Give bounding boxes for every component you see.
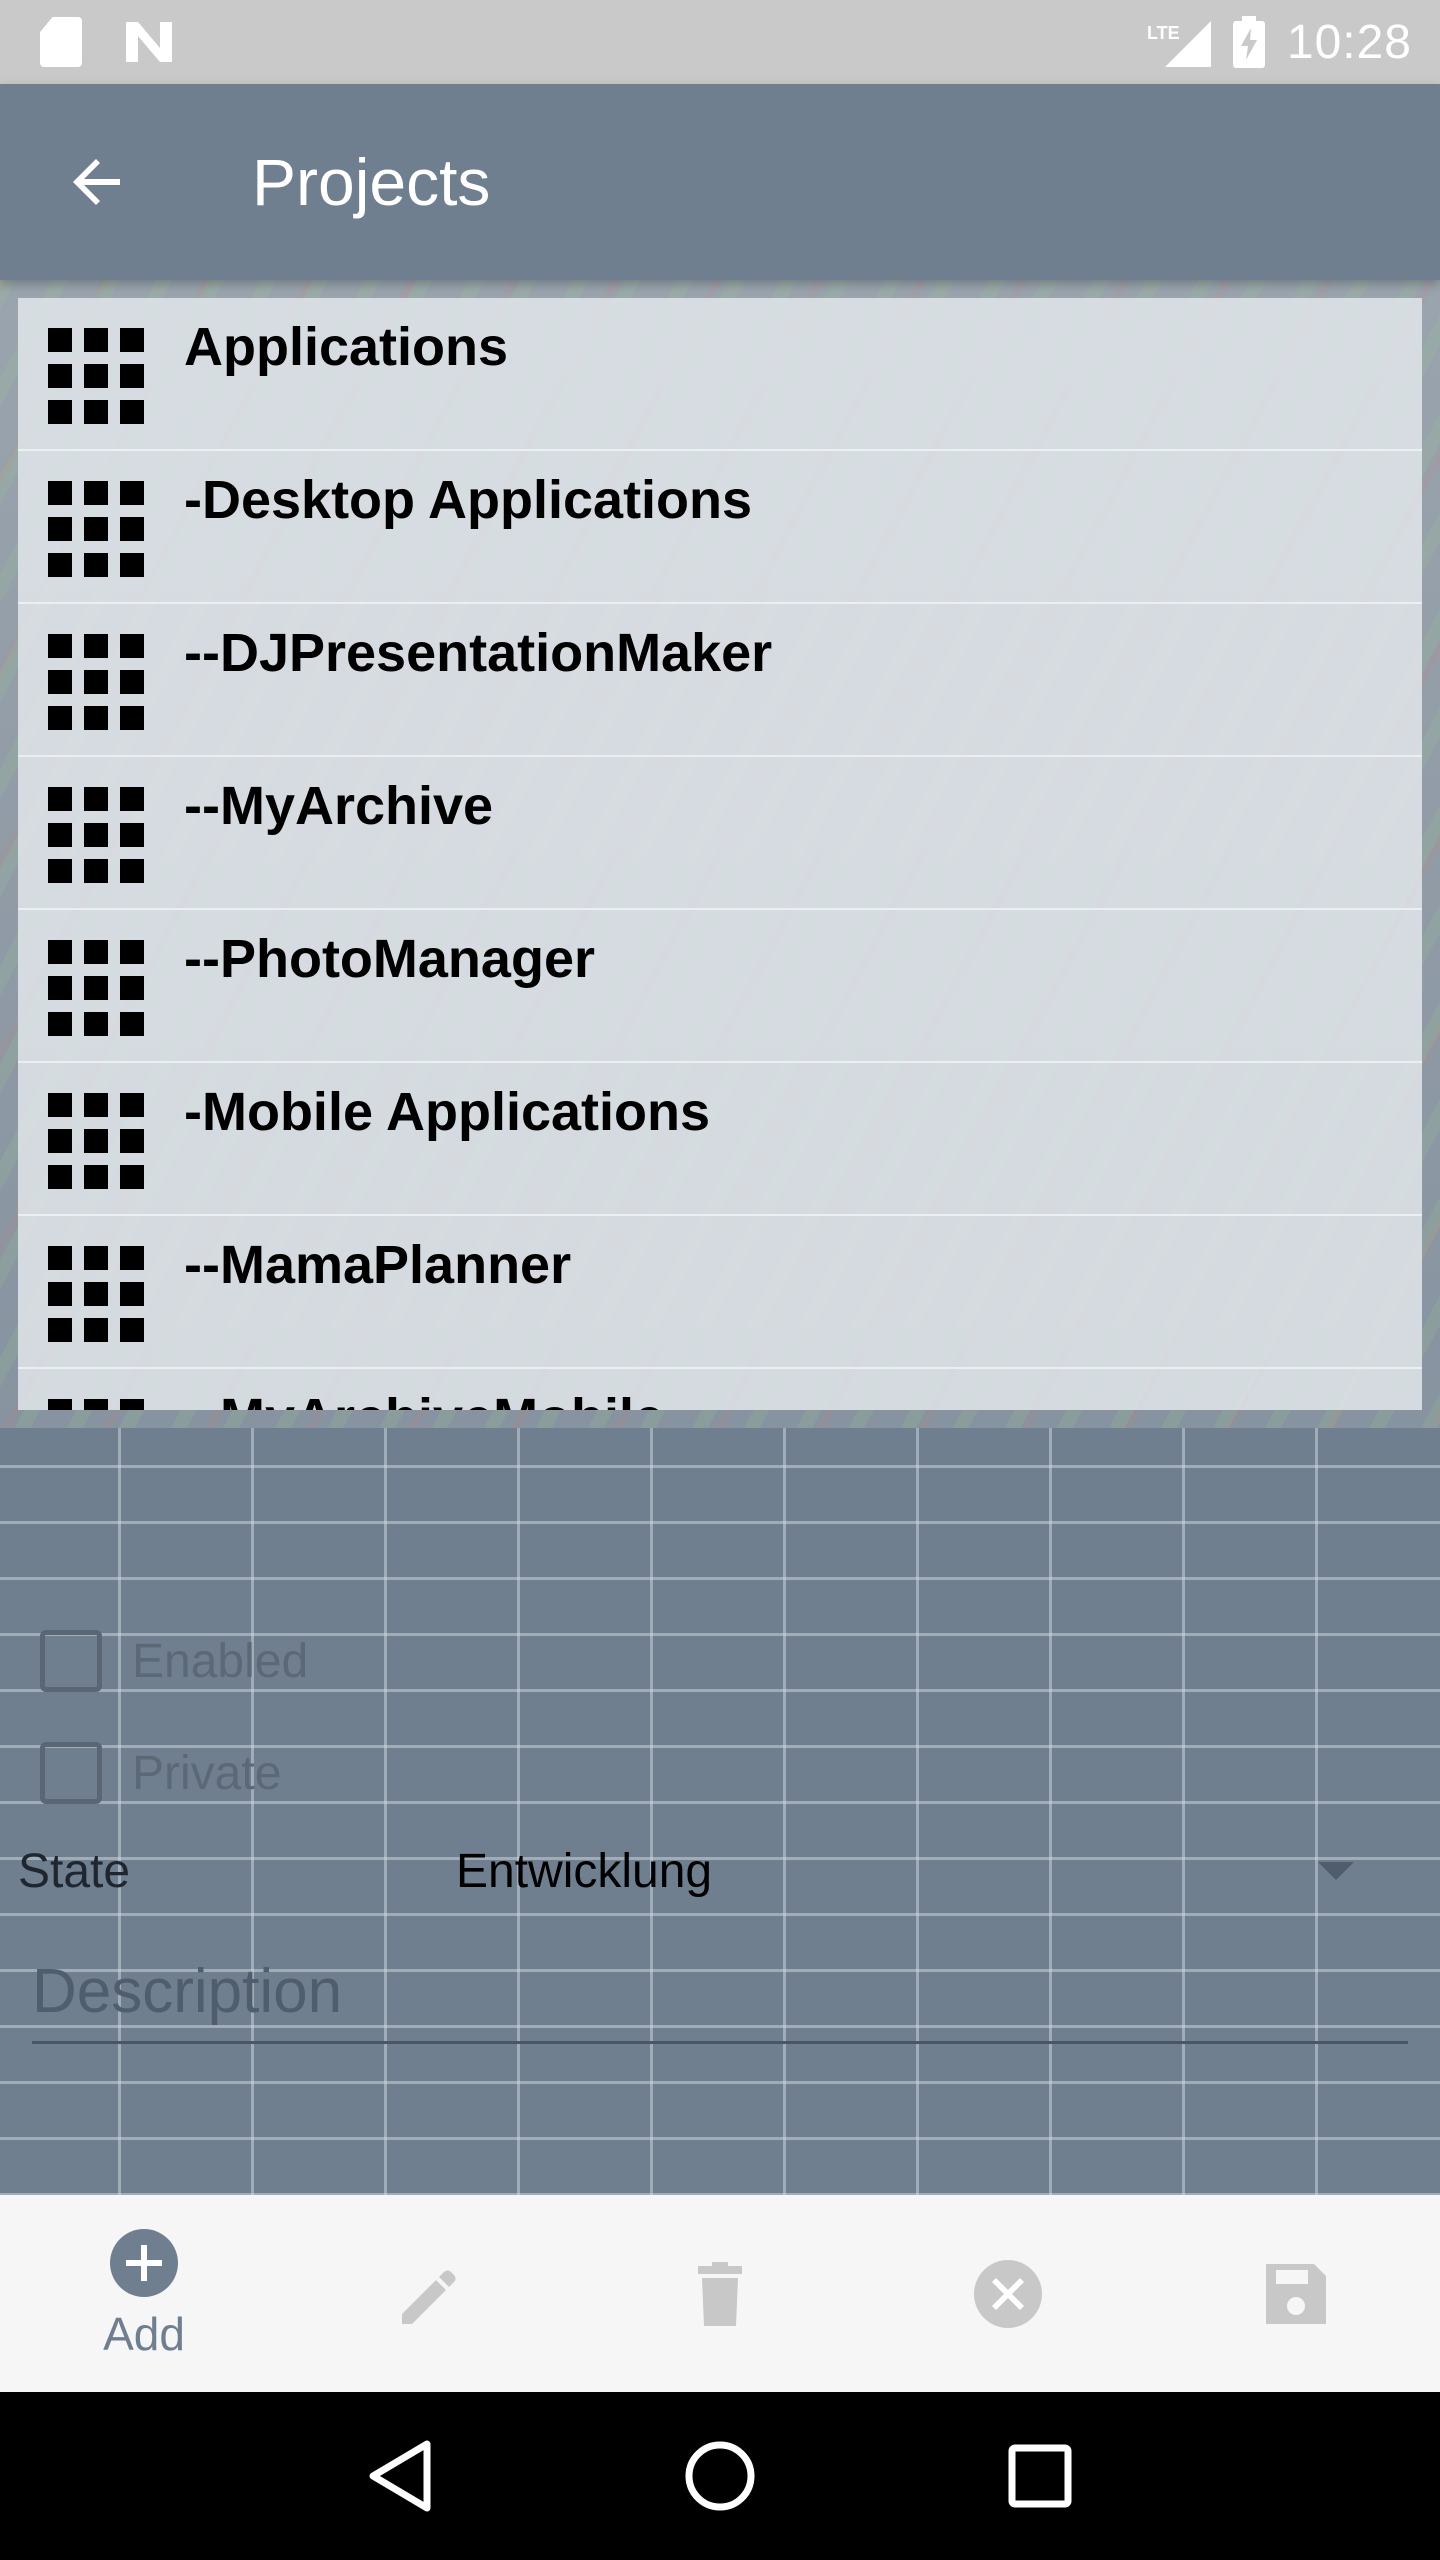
private-checkbox-row[interactable]: Private bbox=[40, 1742, 281, 1804]
list-item[interactable]: --DJPresentationMaker bbox=[18, 604, 1422, 757]
grid-icon bbox=[48, 328, 144, 424]
state-value: Entwicklung bbox=[456, 1844, 713, 1898]
list-item[interactable]: --MyArchive bbox=[18, 757, 1422, 910]
enabled-label: Enabled bbox=[132, 1634, 309, 1688]
back-button[interactable] bbox=[42, 126, 154, 238]
grid-icon bbox=[48, 940, 144, 1036]
bottom-toolbar: Add bbox=[0, 2195, 1440, 2392]
list-item[interactable]: --MyArchiveMobile bbox=[18, 1369, 1422, 1410]
list-item-label: -Desktop Applications bbox=[184, 470, 753, 530]
arrow-back-icon bbox=[73, 159, 120, 205]
page-title: Projects bbox=[252, 145, 491, 219]
app-bar: Projects bbox=[0, 84, 1440, 280]
grid-icon bbox=[48, 1093, 144, 1189]
save-button[interactable] bbox=[1152, 2195, 1440, 2392]
private-checkbox[interactable] bbox=[40, 1742, 102, 1804]
dropdown-arrow-icon bbox=[1318, 1862, 1354, 1880]
list-item-label: --DJPresentationMaker bbox=[184, 623, 773, 683]
grid-icon bbox=[48, 481, 144, 577]
list-item-label: Applications bbox=[184, 317, 509, 377]
nav-home-button[interactable] bbox=[665, 2421, 775, 2531]
nav-back-button[interactable] bbox=[345, 2421, 455, 2531]
delete-icon bbox=[698, 2261, 742, 2326]
list-item-label: --MamaPlanner bbox=[184, 1235, 572, 1295]
enabled-checkbox-row[interactable]: Enabled bbox=[40, 1630, 308, 1692]
list-item-label: --MyArchive bbox=[184, 776, 494, 836]
lte-signal-icon: LTE bbox=[1147, 17, 1211, 67]
description-field[interactable]: Description bbox=[32, 1934, 1408, 2044]
project-list[interactable]: Applications -Desktop Applications --DJP… bbox=[18, 298, 1422, 1410]
circle-home-icon bbox=[685, 2441, 755, 2511]
add-button[interactable]: Add bbox=[0, 2195, 288, 2392]
enabled-checkbox[interactable] bbox=[40, 1630, 102, 1692]
n-logo-icon bbox=[126, 22, 172, 62]
add-label: Add bbox=[103, 2307, 185, 2360]
nav-recents-button[interactable] bbox=[985, 2421, 1095, 2531]
sd-card-icon bbox=[40, 17, 82, 67]
list-item-label: --PhotoManager bbox=[184, 929, 595, 989]
edit-icon bbox=[402, 2270, 456, 2324]
network-label: LTE bbox=[1147, 23, 1180, 43]
project-form bbox=[0, 1428, 1440, 2195]
grid-icon bbox=[48, 1399, 144, 1410]
list-item-label: -Mobile Applications bbox=[184, 1082, 710, 1142]
private-label: Private bbox=[132, 1746, 282, 1800]
cancel-icon bbox=[974, 2259, 1042, 2328]
status-left bbox=[40, 17, 176, 67]
system-nav-bar bbox=[0, 2392, 1440, 2560]
list-item[interactable]: --PhotoManager bbox=[18, 910, 1422, 1063]
edit-button[interactable] bbox=[288, 2195, 576, 2392]
list-item[interactable]: -Mobile Applications bbox=[18, 1063, 1422, 1216]
save-icon bbox=[1266, 2263, 1326, 2324]
state-label: State bbox=[18, 1845, 131, 1898]
delete-button[interactable] bbox=[576, 2195, 864, 2392]
grid-icon bbox=[48, 787, 144, 883]
list-item[interactable]: -Desktop Applications bbox=[18, 451, 1422, 604]
list-item[interactable]: --MamaPlanner bbox=[18, 1216, 1422, 1369]
grid-icon bbox=[48, 1246, 144, 1342]
list-item-label: --MyArchiveMobile bbox=[184, 1387, 664, 1410]
square-recents-icon bbox=[1008, 2444, 1072, 2508]
cancel-button[interactable] bbox=[864, 2195, 1152, 2392]
state-dropdown[interactable]: Entwicklung bbox=[456, 1836, 1376, 1906]
grid-icon bbox=[48, 634, 144, 730]
list-item[interactable]: Applications bbox=[18, 298, 1422, 451]
add-icon bbox=[110, 2228, 178, 2297]
battery-charging-icon bbox=[1232, 16, 1265, 68]
triangle-back-icon bbox=[369, 2440, 431, 2512]
